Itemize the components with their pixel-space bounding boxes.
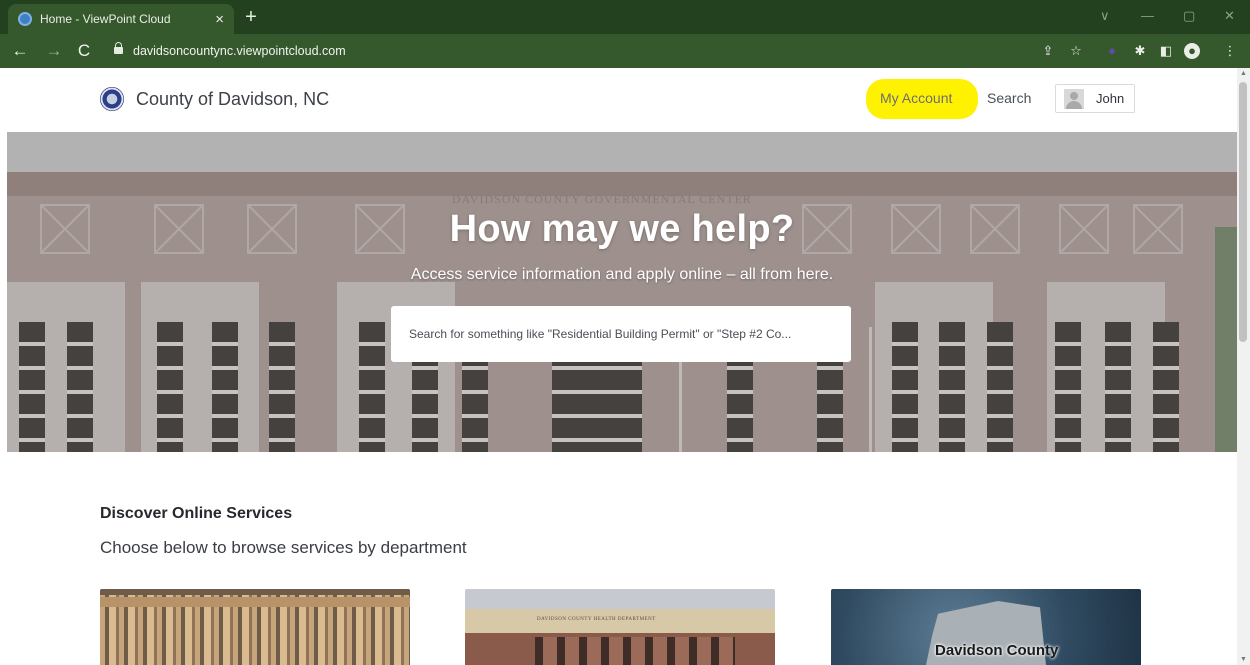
my-account-link[interactable]: My Account — [880, 90, 952, 106]
health-department-sign: DAVIDSON COUNTY HEALTH DEPARTMENT — [537, 617, 656, 622]
scroll-down-icon[interactable]: ▼ — [1239, 656, 1248, 663]
search-link[interactable]: Search — [987, 90, 1031, 106]
tab-close-icon[interactable]: × — [215, 11, 224, 28]
hero-subheading: Access service information and apply onl… — [410, 266, 834, 283]
restore-icon[interactable]: ▢ — [1183, 8, 1195, 24]
side-panel-icon[interactable]: ◧ — [1158, 43, 1174, 59]
hero-banner: DAVIDSON COUNTY GOVERNMENTAL CENTER How … — [7, 132, 1237, 452]
department-card-building[interactable] — [100, 589, 410, 665]
health-building-windows — [535, 637, 735, 665]
viewpoint-favicon-icon — [18, 12, 32, 26]
avatar-icon — [1064, 88, 1084, 109]
share-icon[interactable]: ⇪ — [1040, 43, 1056, 59]
tab-title: Home - ViewPoint Cloud — [40, 12, 171, 26]
map-county-label: Davidson County — [935, 642, 1059, 659]
scroll-up-icon[interactable]: ▲ — [1239, 70, 1248, 77]
back-icon[interactable]: ← — [10, 41, 30, 61]
forward-icon[interactable]: → — [44, 41, 64, 61]
extension-icon[interactable]: ● — [1104, 43, 1120, 59]
browser-toolbar: ← → C davidsoncountync.viewpointcloud.co… — [0, 34, 1250, 68]
discover-subtitle: Choose below to browse services by depar… — [100, 538, 467, 557]
address-bar[interactable]: davidsoncountync.viewpointcloud.com — [104, 38, 1104, 64]
scroll-thumb[interactable] — [1239, 82, 1247, 342]
department-card-health[interactable]: DAVIDSON COUNTY HEALTH DEPARTMENT — [465, 589, 775, 665]
site-title[interactable]: County of Davidson, NC — [136, 89, 329, 110]
close-window-icon[interactable]: ✕ — [1224, 8, 1235, 24]
page-viewport: County of Davidson, NC My Account Search… — [0, 68, 1250, 665]
page-scrollbar[interactable]: ▲ ▼ — [1237, 68, 1250, 665]
discover-title: Discover Online Services — [100, 505, 293, 522]
extensions-puzzle-icon[interactable]: ✱ — [1132, 43, 1148, 59]
reload-icon[interactable]: C — [74, 41, 94, 61]
lock-icon — [114, 42, 123, 56]
menu-kebab-icon[interactable]: ⋮ — [1222, 43, 1238, 59]
browser-tab-bar: Home - ViewPoint Cloud × + ∨ — ▢ ✕ — [0, 0, 1250, 34]
department-card-map[interactable]: Davidson County — [831, 589, 1141, 665]
url-text: davidsoncountync.viewpointcloud.com — [133, 44, 346, 58]
bookmark-star-icon[interactable]: ☆ — [1068, 43, 1084, 59]
browser-tab[interactable]: Home - ViewPoint Cloud × — [8, 4, 234, 34]
tab-search-icon[interactable]: ∨ — [1100, 8, 1110, 24]
minimize-icon[interactable]: — — [1141, 8, 1154, 23]
new-tab-button[interactable]: + — [240, 6, 262, 28]
county-seal-icon[interactable] — [100, 87, 124, 111]
user-name: John — [1096, 91, 1125, 106]
hero-search-input[interactable] — [391, 306, 851, 362]
hero-overlay — [7, 132, 1237, 452]
profile-icon[interactable]: ● — [1184, 43, 1200, 59]
user-menu-button[interactable]: John — [1055, 84, 1135, 113]
site-header: County of Davidson, NC My Account Search… — [0, 68, 1237, 132]
hero-heading: How may we help? — [449, 208, 795, 250]
